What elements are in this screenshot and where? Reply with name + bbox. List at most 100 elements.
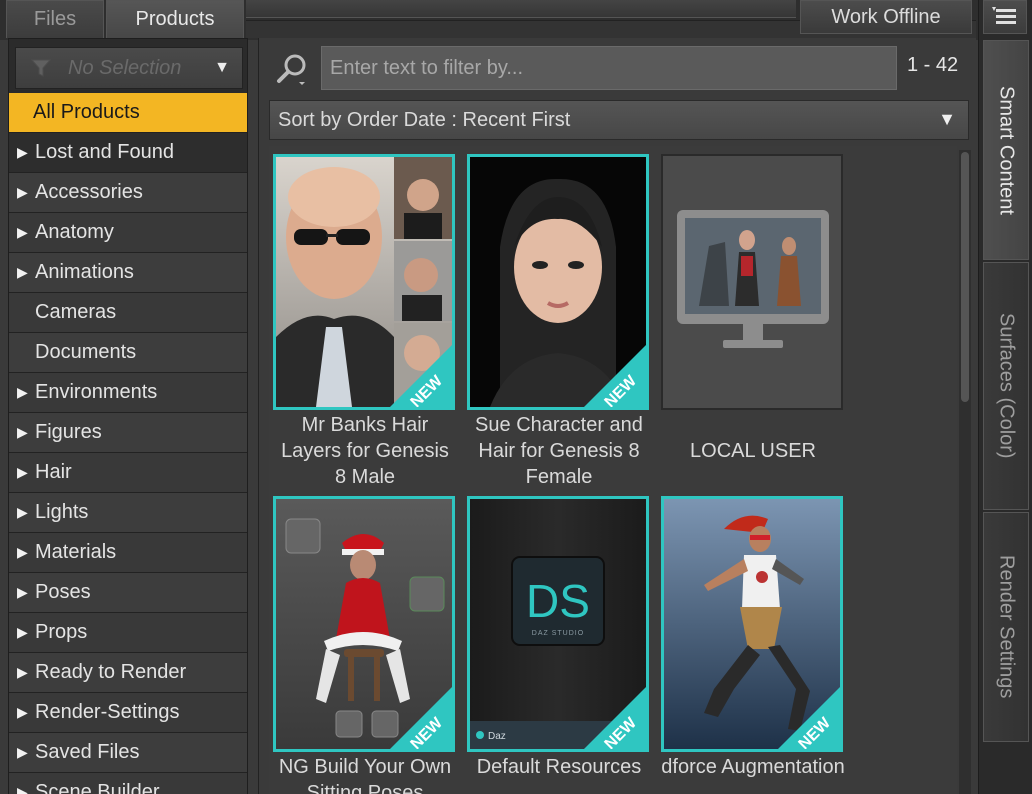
product-thumbnail[interactable]: NEW — [273, 496, 455, 752]
category-item[interactable]: ▶ Props — [9, 613, 247, 653]
category-label: Props — [35, 621, 88, 643]
chevron-down-icon: ▼ — [214, 59, 230, 76]
category-item[interactable]: ▶ Materials — [9, 533, 247, 573]
category-label: Documents — [35, 341, 137, 363]
panel-menu-button[interactable] — [983, 0, 1027, 34]
category-label: Materials — [35, 541, 117, 563]
tab-render-settings[interactable]: Render Settings — [983, 512, 1029, 742]
tab-surfaces[interactable]: Surfaces (Color) — [983, 262, 1029, 510]
category-label: Scene Builder — [35, 781, 160, 794]
expand-arrow-icon[interactable]: ▶ — [17, 264, 35, 281]
product-title: LOCAL USER — [690, 440, 816, 462]
product-card[interactable]: DS DAZ STUDIO Daz NEW Default Resources — [467, 496, 651, 780]
category-item[interactable]: ▶ Accessories — [9, 173, 247, 213]
product-card[interactable]: LOCAL USER — [661, 154, 845, 464]
product-thumbnail[interactable]: DS DAZ STUDIO Daz NEW — [467, 496, 649, 752]
scrollbar-thumb[interactable] — [961, 152, 969, 402]
category-item[interactable]: ▶ Scene Builder — [9, 773, 247, 794]
category-label: Hair — [35, 461, 72, 483]
funnel-icon — [30, 59, 52, 77]
category-label: All Products — [33, 101, 140, 123]
tab-files[interactable]: Files — [6, 0, 104, 38]
category-label: Render-Settings — [35, 701, 180, 723]
product-thumbnail[interactable]: NEW — [661, 496, 843, 752]
category-list: All Products ▶ Lost and Found ▶ Accessories ▶… — [9, 93, 247, 794]
category-item[interactable]: ▶ Saved Files — [9, 733, 247, 773]
category-item[interactable]: ▶ Anatomy — [9, 213, 247, 253]
right-tab-strip: Smart Content Surfaces (Color) Render Se… — [978, 0, 1032, 794]
category-item[interactable]: Cameras — [9, 293, 247, 333]
category-label: Figures — [35, 421, 102, 443]
ds-logo-text: DS — [526, 575, 590, 627]
expand-arrow-icon[interactable]: ▶ — [17, 744, 35, 761]
expand-arrow-icon[interactable]: ▶ — [17, 424, 35, 441]
category-item[interactable]: Documents — [9, 333, 247, 373]
toolbar-strip — [246, 0, 796, 18]
new-badge-icon: NEW — [390, 345, 452, 407]
category-label: Ready to Render — [35, 661, 187, 683]
filter-input[interactable] — [321, 46, 897, 90]
category-item[interactable]: ▶ Render-Settings — [9, 693, 247, 733]
product-thumbnail[interactable] — [661, 154, 843, 410]
daz-brand-text: Daz — [488, 731, 506, 742]
panel-tab-bar: Files Products Work Offline — [0, 0, 980, 40]
result-count: 1 - 42 — [907, 54, 959, 76]
new-badge-icon: NEW — [584, 345, 646, 407]
category-label: Lost and Found — [35, 141, 174, 163]
hamburger-menu-icon — [992, 7, 1016, 24]
expand-arrow-icon[interactable]: ▶ — [17, 504, 35, 521]
chevron-down-icon: ▼ — [938, 109, 956, 129]
dropdown-value: No Selection — [68, 56, 182, 79]
category-filter-dropdown[interactable]: No Selection ▼ — [15, 47, 243, 89]
new-badge-icon: NEW — [584, 687, 646, 749]
local-user-monitor-image — [663, 156, 841, 408]
product-card[interactable]: NEW Sue Character and Hair for Genesis 8… — [467, 154, 651, 490]
category-item[interactable]: ▶ Animations — [9, 253, 247, 293]
expand-arrow-icon[interactable]: ▶ — [17, 704, 35, 721]
expand-arrow-icon[interactable]: ▶ — [17, 544, 35, 561]
category-item[interactable]: ▶ Environments — [9, 373, 247, 413]
expand-arrow-icon[interactable]: ▶ — [17, 584, 35, 601]
category-item[interactable]: ▶ Hair — [9, 453, 247, 493]
product-title: NG Build Your Own Sitting Poses — [278, 756, 452, 794]
category-panel: No Selection ▼ All Products ▶ Lost and Fou… — [8, 38, 248, 794]
product-title: Mr Banks Hair Layers for Genesis 8 Male — [281, 414, 449, 488]
expand-arrow-icon[interactable]: ▶ — [17, 664, 35, 681]
work-offline-button[interactable]: Work Offline — [800, 0, 972, 34]
category-label: Anatomy — [35, 221, 114, 243]
sort-label: Sort by Order Date : Recent First — [278, 108, 571, 131]
product-title: Sue Character and Hair for Genesis 8 Fem… — [475, 414, 643, 488]
new-badge-icon: NEW — [778, 687, 840, 749]
expand-arrow-icon[interactable]: ▶ — [17, 184, 35, 201]
ds-logo-subtext: DAZ STUDIO — [532, 630, 584, 637]
category-item[interactable]: ▶ Figures — [9, 413, 247, 453]
category-label: Environments — [35, 381, 158, 403]
category-item[interactable]: ▶ Poses — [9, 573, 247, 613]
expand-arrow-icon[interactable]: ▶ — [17, 624, 35, 641]
category-label: Lights — [35, 501, 89, 523]
category-item[interactable]: ▶ Lights — [9, 493, 247, 533]
product-grid: NEW Mr Banks Hair Layers for Genesis 8 M… — [269, 146, 957, 794]
product-thumbnail[interactable]: NEW — [467, 154, 649, 410]
expand-arrow-icon[interactable]: ▶ — [17, 144, 35, 161]
expand-arrow-icon[interactable]: ▶ — [17, 224, 35, 241]
category-item[interactable]: ▶ Lost and Found — [9, 133, 247, 173]
tab-smart-content[interactable]: Smart Content — [983, 40, 1029, 260]
product-card[interactable]: NEW NG Build Your Own Sitting Poses — [273, 496, 457, 794]
new-badge-icon: NEW — [390, 687, 452, 749]
product-card[interactable]: NEW dforce Augmentation — [661, 496, 845, 780]
expand-arrow-icon[interactable]: ▶ — [17, 784, 35, 794]
category-label: Accessories — [35, 181, 143, 203]
category-label: Animations — [35, 261, 134, 283]
category-item[interactable]: ▶ Ready to Render — [9, 653, 247, 693]
product-title: dforce Augmentation — [661, 756, 845, 778]
expand-arrow-icon[interactable]: ▶ — [17, 464, 35, 481]
product-card[interactable]: NEW Mr Banks Hair Layers for Genesis 8 M… — [273, 154, 457, 490]
tab-products[interactable]: Products — [106, 0, 244, 38]
expand-arrow-icon[interactable]: ▶ — [17, 384, 35, 401]
category-item[interactable]: All Products — [9, 93, 247, 133]
search-icon[interactable] — [275, 52, 311, 88]
product-thumbnail[interactable]: NEW — [273, 154, 455, 410]
sort-dropdown[interactable]: Sort by Order Date : Recent First ▼ — [269, 100, 969, 140]
category-label: Saved Files — [35, 741, 140, 763]
